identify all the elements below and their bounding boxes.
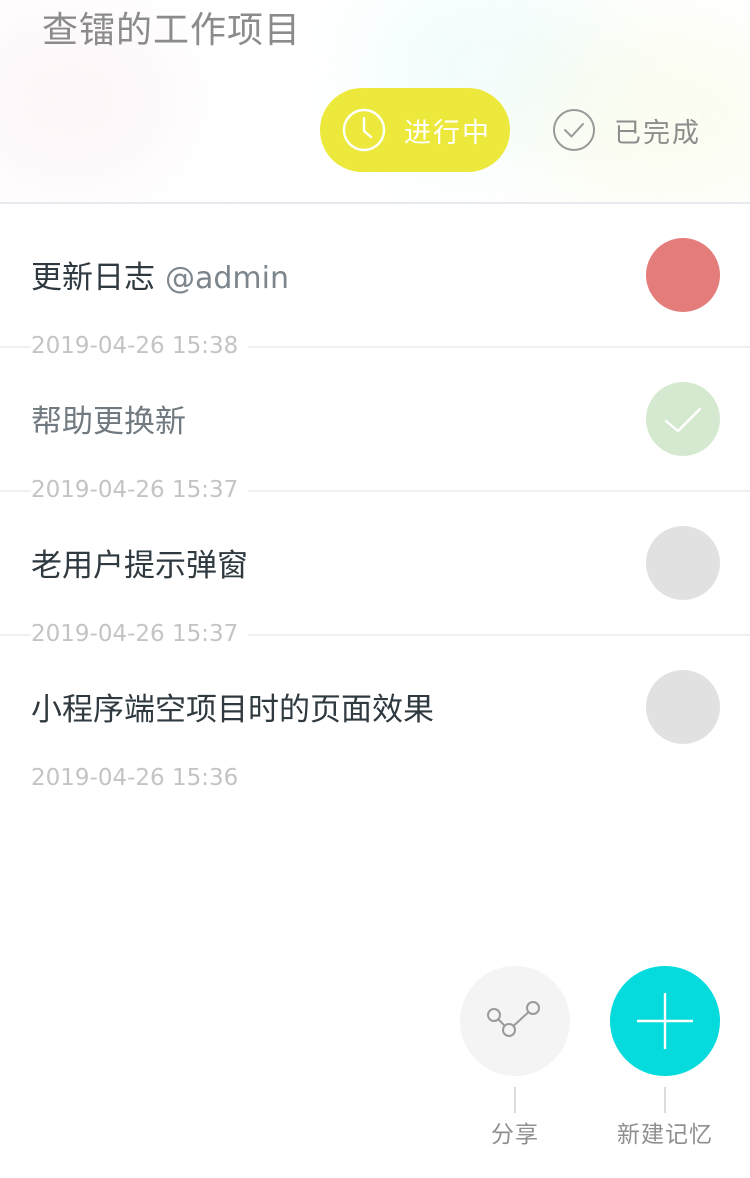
task-item[interactable]: 老用户提示弹窗 2019-04-26 15:37 [0,492,750,648]
checkmark-icon [661,397,705,441]
check-circle-icon [552,108,596,152]
task-title: 老用户提示弹窗 [31,548,248,584]
share-icon [485,999,545,1043]
add-memory-button[interactable] [610,966,720,1076]
add-memory-label[interactable]: 新建记忆 [600,1120,730,1150]
task-title-text: 更新日志 [31,260,155,296]
task-list: 更新日志 @admin 2019-04-26 15:38 帮助更换新 2019-0… [0,204,750,792]
tab-completed[interactable]: 已完成 [530,88,730,172]
task-title: 帮助更换新 [31,404,186,440]
status-indicator-done[interactable] [646,382,720,456]
share-label[interactable]: 分享 [465,1120,565,1150]
status-indicator-urgent[interactable] [646,238,720,312]
task-item[interactable]: 帮助更换新 2019-04-26 15:37 [0,348,750,504]
clock-icon [342,108,386,152]
plus-icon [635,991,695,1051]
share-connector [514,1087,516,1113]
status-indicator-pending[interactable] [646,670,720,744]
tab-in-progress-label: 进行中 [404,117,491,149]
task-item[interactable]: 小程序端空项目时的页面效果 2019-04-26 15:36 [0,636,750,792]
tab-in-progress[interactable]: 进行中 [320,88,510,172]
task-title: 小程序端空项目时的页面效果 [31,692,434,728]
task-item[interactable]: 更新日志 @admin 2019-04-26 15:38 [0,204,750,360]
tab-completed-label: 已完成 [614,117,701,149]
task-title: 更新日志 @admin [31,258,289,299]
task-timestamp: 2019-04-26 15:36 [31,764,249,792]
status-indicator-pending[interactable] [646,526,720,600]
project-title: 查镭的工作项目 [42,9,302,50]
task-mention[interactable]: @admin [165,261,289,296]
header: 查镭的工作项目 进行中 已完成 [0,0,750,204]
add-connector [664,1087,666,1113]
share-button[interactable] [460,966,570,1076]
